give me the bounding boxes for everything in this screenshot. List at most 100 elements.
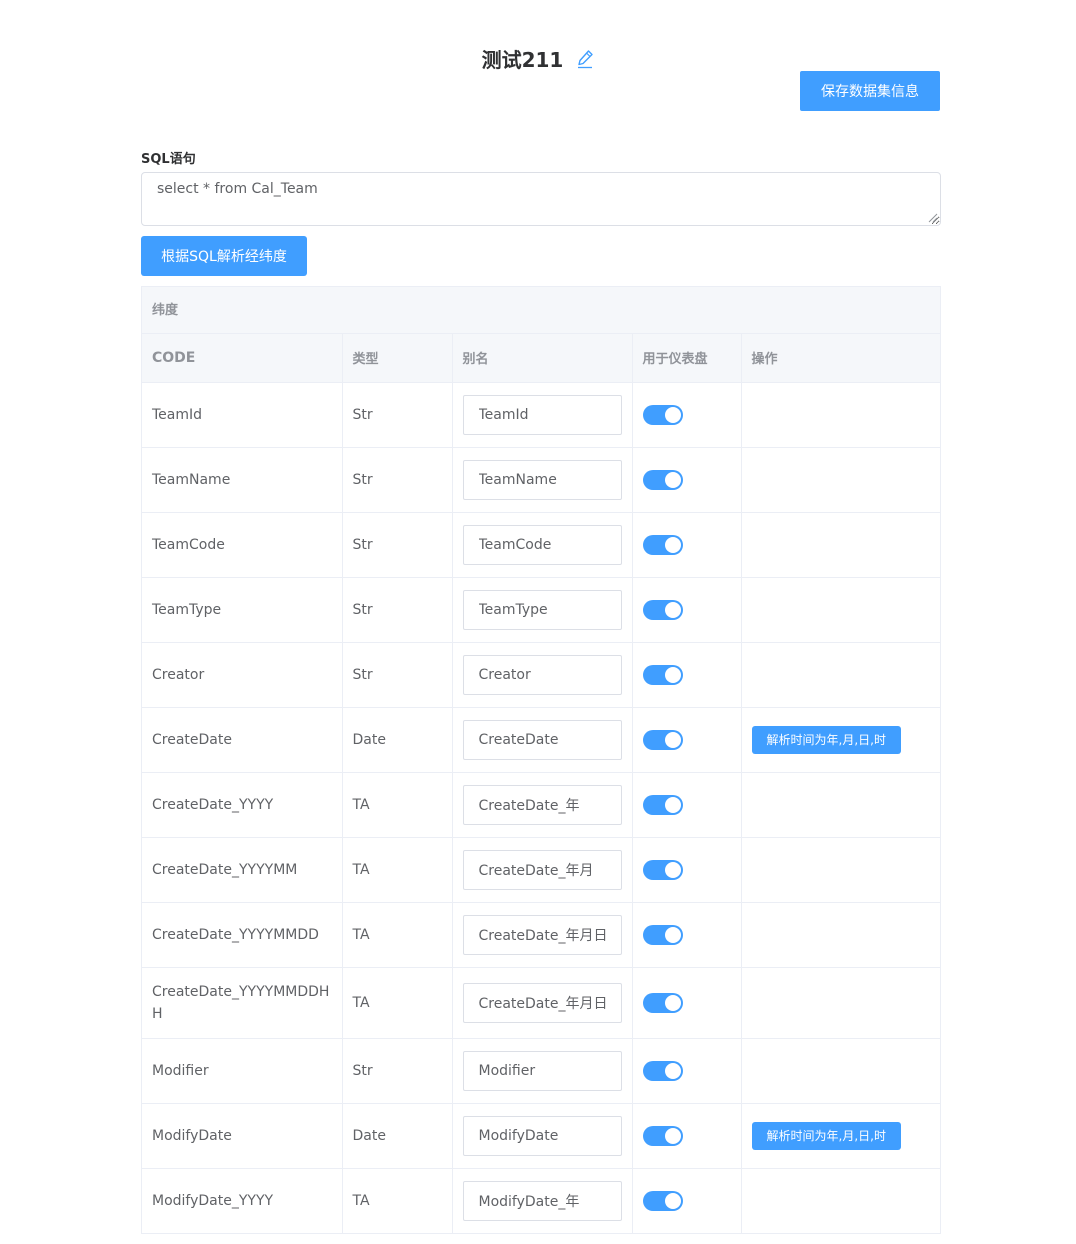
pencil-icon[interactable] — [576, 49, 594, 69]
cell-actions — [741, 512, 940, 578]
cell-code: CreateDate_YYYYMMDD — [142, 902, 343, 968]
toggle-knob — [664, 601, 681, 618]
column-header-dashboard: 用于仪表盘 — [632, 334, 742, 383]
column-header-code: CODE — [142, 334, 343, 383]
toggle-knob — [664, 406, 681, 423]
alias-input[interactable] — [462, 589, 622, 630]
resize-grip-icon[interactable] — [928, 213, 938, 223]
cell-dashboard — [632, 1038, 742, 1104]
column-header-alias: 别名 — [452, 334, 633, 383]
save-dataset-button[interactable]: 保存数据集信息 — [800, 71, 940, 111]
table-row: TeamType Str — [142, 577, 940, 643]
cell-dashboard — [632, 707, 742, 773]
dashboard-toggle[interactable] — [642, 1125, 683, 1146]
cell-alias — [452, 642, 633, 708]
alias-input[interactable] — [462, 914, 622, 955]
alias-input[interactable] — [462, 524, 622, 565]
cell-type: TA — [342, 837, 453, 903]
cell-actions — [741, 837, 940, 903]
cell-code: Modifier — [142, 1038, 343, 1104]
alias-input[interactable] — [462, 849, 622, 890]
cell-dashboard — [632, 902, 742, 968]
cell-actions — [741, 772, 940, 838]
cell-type: TA — [342, 902, 453, 968]
toggle-knob — [664, 994, 681, 1011]
dashboard-toggle[interactable] — [642, 404, 683, 425]
alias-input[interactable] — [462, 394, 622, 435]
cell-dashboard — [632, 967, 742, 1039]
cell-type: Str — [342, 512, 453, 578]
table-row: TeamName Str — [142, 447, 940, 513]
toggle-knob — [664, 1127, 681, 1144]
cell-type: Str — [342, 1038, 453, 1104]
cell-type: Date — [342, 707, 453, 773]
alias-input[interactable] — [462, 1050, 622, 1091]
cell-actions — [741, 1038, 940, 1104]
alias-input[interactable] — [462, 1115, 622, 1156]
cell-dashboard — [632, 1103, 742, 1169]
dashboard-toggle[interactable] — [642, 992, 683, 1013]
cell-code: ModifyDate_YYYY — [142, 1168, 343, 1234]
cell-type: TA — [342, 772, 453, 838]
table-row: ModifyDateDate 解析时间为年,月,日,时 — [142, 1103, 940, 1169]
sql-textarea[interactable]: select * from Cal_Team — [141, 172, 941, 226]
dashboard-toggle[interactable] — [642, 859, 683, 880]
table-row: TeamCode Str — [142, 512, 940, 578]
toggle-knob — [664, 796, 681, 813]
column-header-type: 类型 — [342, 334, 453, 383]
dashboard-toggle[interactable] — [642, 924, 683, 945]
toggle-knob — [664, 861, 681, 878]
table-row: ModifyDate_YYYY TA — [142, 1168, 940, 1234]
cell-code: TeamName — [142, 447, 343, 513]
toggle-knob — [664, 471, 681, 488]
cell-code: CreateDate_YYYY — [142, 772, 343, 838]
table-row: CreateDateDate 解析时间为年,月,日,时 — [142, 707, 940, 773]
toggle-knob — [664, 1062, 681, 1079]
alias-input[interactable] — [462, 784, 622, 825]
dashboard-toggle[interactable] — [642, 1060, 683, 1081]
alias-input[interactable] — [462, 1180, 622, 1221]
dashboard-toggle[interactable] — [642, 534, 683, 555]
toggle-knob — [664, 1192, 681, 1209]
cell-dashboard — [632, 642, 742, 708]
table-row: Modifier Str — [142, 1038, 940, 1104]
cell-actions — [741, 382, 940, 448]
cell-dashboard — [632, 837, 742, 903]
cell-actions — [741, 577, 940, 643]
alias-input[interactable] — [462, 654, 622, 695]
cell-dashboard — [632, 577, 742, 643]
table-row: CreateDate_YYYYMM TA — [142, 837, 940, 903]
parse-time-button[interactable]: 解析时间为年,月,日,时 — [751, 725, 901, 754]
dimension-table: 纬度 CODE 类型 别名 用于仪表盘 操作 TeamIdStrTeamName… — [141, 286, 941, 1234]
dashboard-toggle[interactable] — [642, 1190, 683, 1211]
dashboard-toggle[interactable] — [642, 794, 683, 815]
cell-alias — [452, 837, 633, 903]
cell-alias — [452, 512, 633, 578]
cell-code: TeamId — [142, 382, 343, 448]
cell-dashboard — [632, 772, 742, 838]
cell-actions — [741, 1168, 940, 1234]
table-row: Creator Str — [142, 642, 940, 708]
dashboard-toggle[interactable] — [642, 469, 683, 490]
parse-time-button[interactable]: 解析时间为年,月,日,时 — [751, 1121, 901, 1150]
fields-table: CODE 类型 别名 用于仪表盘 操作 TeamIdStrTeamNameStr… — [142, 334, 940, 1234]
cell-alias — [452, 1103, 633, 1169]
dashboard-toggle[interactable] — [642, 729, 683, 750]
toggle-knob — [664, 536, 681, 553]
alias-input[interactable] — [462, 459, 622, 500]
cell-alias — [452, 902, 633, 968]
table-row: CreateDate_YYYY TA — [142, 772, 940, 838]
cell-dashboard — [632, 382, 742, 448]
cell-code: ModifyDate — [142, 1103, 343, 1169]
alias-input[interactable] — [462, 982, 622, 1023]
dashboard-toggle[interactable] — [642, 599, 683, 620]
cell-code: TeamCode — [142, 512, 343, 578]
parse-sql-button[interactable]: 根据SQL解析经纬度 — [141, 236, 307, 276]
cell-code: TeamType — [142, 577, 343, 643]
cell-alias — [452, 577, 633, 643]
cell-type: TA — [342, 967, 453, 1039]
alias-input[interactable] — [462, 719, 622, 760]
cell-alias — [452, 967, 633, 1039]
toggle-knob — [664, 926, 681, 943]
dashboard-toggle[interactable] — [642, 664, 683, 685]
